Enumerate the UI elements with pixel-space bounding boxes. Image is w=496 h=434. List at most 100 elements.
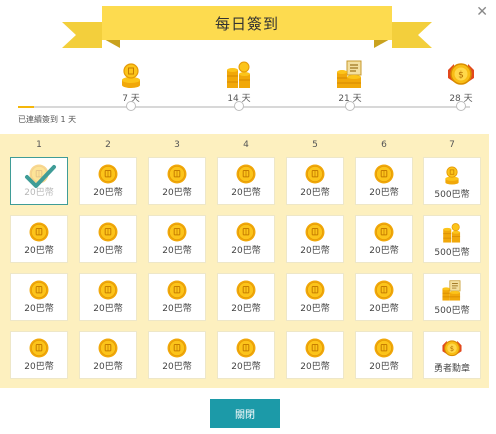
reward-label: 20巴幣	[300, 362, 330, 372]
reward-cell[interactable]: 20巴幣	[286, 273, 344, 321]
reward-cell[interactable]: 20巴幣	[10, 273, 68, 321]
reward-label: 20巴幣	[162, 362, 192, 372]
reward-cell[interactable]: 20巴幣	[10, 157, 68, 205]
reward-cell[interactable]: 500巴幣	[423, 157, 481, 205]
coin-icon	[305, 280, 325, 300]
reward-label: 20巴幣	[162, 188, 192, 198]
progress-track	[18, 106, 470, 108]
coin-icon	[29, 222, 49, 242]
close-button[interactable]: 關閉	[210, 399, 280, 428]
coin-icon	[305, 164, 325, 184]
coin-icon	[305, 338, 325, 358]
reward-label: 20巴幣	[300, 246, 330, 256]
coin-icon	[167, 338, 187, 358]
reward-cell[interactable]: 20巴幣	[286, 331, 344, 379]
coin-stack-icon	[443, 223, 461, 243]
coin-stack-icon	[227, 61, 250, 88]
reward-cell[interactable]: 20巴幣	[286, 215, 344, 263]
milestone-dot	[126, 101, 136, 111]
day-header-5: 5	[312, 140, 318, 150]
coin-icon	[167, 222, 187, 242]
reward-cell[interactable]: 20巴幣	[355, 215, 413, 263]
close-icon[interactable]: ✕	[476, 4, 488, 20]
dialog-title: 每日簽到	[214, 14, 279, 33]
reward-cell[interactable]: 20巴幣	[217, 273, 275, 321]
single-coin-icon	[445, 166, 459, 185]
single-coin-icon	[122, 63, 140, 88]
coin-icon	[167, 280, 187, 300]
reward-cell[interactable]: 20巴幣	[79, 157, 137, 205]
coin-icon	[98, 222, 118, 242]
coin-icon	[374, 222, 394, 242]
coin-icon	[98, 338, 118, 358]
ribbon-tail-right	[392, 22, 432, 48]
reward-cell[interactable]: 20巴幣	[355, 157, 413, 205]
reward-label: 500巴幣	[434, 190, 470, 200]
ribbon-tail-left	[62, 22, 102, 48]
reward-cell[interactable]: 20巴幣	[148, 273, 206, 321]
reward-label: 20巴幣	[300, 304, 330, 314]
reward-label: 20巴幣	[369, 304, 399, 314]
reward-label: 20巴幣	[93, 362, 123, 372]
reward-label: 500巴幣	[434, 248, 470, 258]
reward-label: 20巴幣	[24, 304, 54, 314]
milestone-dot	[345, 101, 355, 111]
progress-fill	[18, 106, 35, 108]
reward-cell[interactable]: 20巴幣	[217, 215, 275, 263]
day-headers: 1 2 3 4 5 6 7	[0, 140, 489, 154]
reward-cell[interactable]: $ 勇者勳章	[423, 331, 481, 379]
reward-cell[interactable]: 20巴幣	[148, 215, 206, 263]
milestone-timeline: 7 天 14 天 21 天 $ 28 天 已連續簽到 1 天	[16, 60, 482, 124]
coin-icon	[374, 338, 394, 358]
coin-icon	[98, 164, 118, 184]
milestone-icon-wrap: $	[441, 60, 481, 90]
day-header-2: 2	[105, 140, 111, 150]
reward-label: 20巴幣	[93, 304, 123, 314]
coin-icon	[236, 164, 256, 184]
reward-cell[interactable]: 20巴幣	[79, 331, 137, 379]
coin-icon	[167, 164, 187, 184]
reward-cell[interactable]: 20巴幣	[286, 157, 344, 205]
reward-cell[interactable]: 20巴幣	[79, 215, 137, 263]
reward-label: 20巴幣	[24, 362, 54, 372]
reward-label: 20巴幣	[300, 188, 330, 198]
coin-icon	[29, 280, 49, 300]
reward-label: 20巴幣	[231, 188, 261, 198]
reward-cell[interactable]: 20巴幣	[217, 157, 275, 205]
day-header-3: 3	[174, 140, 180, 150]
reward-cell[interactable]: 20巴幣	[217, 331, 275, 379]
milestone-dot	[234, 101, 244, 111]
reward-cell[interactable]: 20巴幣	[355, 331, 413, 379]
reward-cell[interactable]: 500巴幣	[423, 215, 481, 263]
coin-pile-icon	[442, 280, 461, 301]
title-ribbon: 每日簽到	[62, 6, 432, 48]
coin-icon	[29, 338, 49, 358]
milestone-icon-wrap	[111, 60, 151, 90]
reward-cell[interactable]: 500巴幣	[423, 273, 481, 321]
reward-label: 20巴幣	[231, 362, 261, 372]
reward-label: 勇者勳章	[433, 364, 470, 374]
ribbon-band: 每日簽到	[102, 6, 392, 40]
reward-cell[interactable]: 20巴幣	[79, 273, 137, 321]
coin-icon	[98, 280, 118, 300]
coin-icon	[236, 280, 256, 300]
reward-cell[interactable]: 20巴幣	[148, 331, 206, 379]
coin-icon	[374, 280, 394, 300]
reward-label: 20巴幣	[369, 362, 399, 372]
svg-text:$: $	[458, 71, 464, 81]
medal-icon: $	[442, 340, 462, 357]
reward-cell[interactable]: 20巴幣	[355, 273, 413, 321]
coin-icon	[374, 164, 394, 184]
reward-label: 20巴幣	[162, 246, 192, 256]
reward-cell[interactable]: 20巴幣	[10, 215, 68, 263]
reward-label: 20巴幣	[369, 246, 399, 256]
svg-text:$: $	[450, 345, 454, 353]
reward-label: 20巴幣	[93, 188, 123, 198]
coin-pile-icon	[337, 60, 362, 88]
milestone-3: 21 天	[330, 60, 370, 111]
milestone-4: $ 28 天	[441, 60, 481, 111]
reward-grid: 1234567 20巴幣 20巴幣 20巴幣 20巴幣 20巴幣 20巴幣 50…	[0, 134, 489, 388]
checkmark-icon	[25, 165, 56, 188]
reward-cell[interactable]: 20巴幣	[148, 157, 206, 205]
reward-cell[interactable]: 20巴幣	[10, 331, 68, 379]
